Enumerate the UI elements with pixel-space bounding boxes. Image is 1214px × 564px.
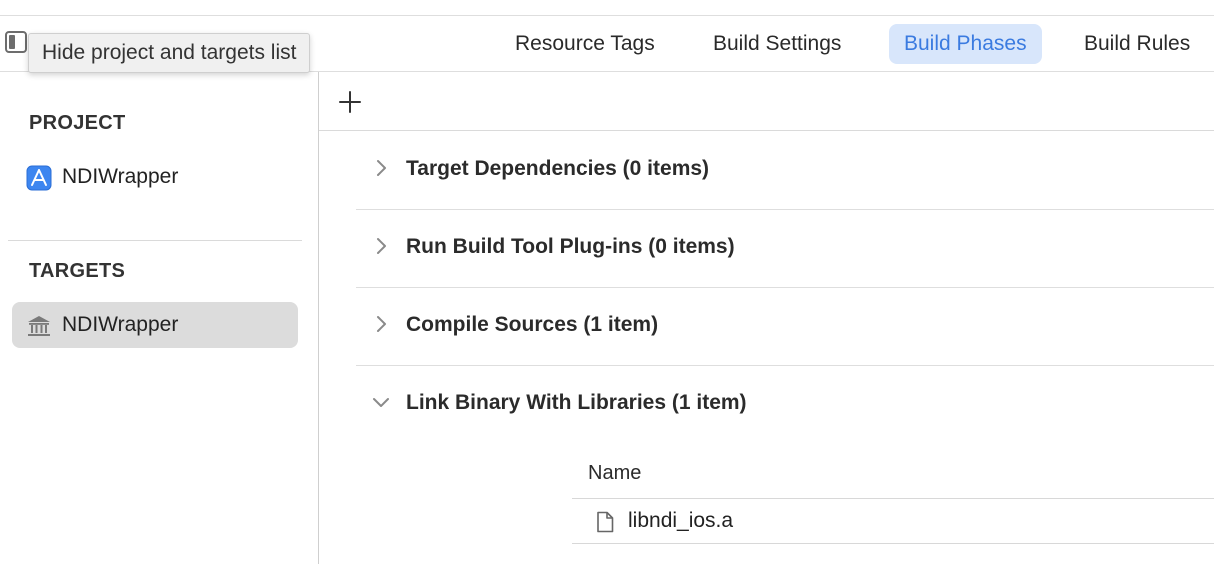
library-file-name: libndi_ios.a <box>628 509 734 532</box>
tab-resource-tags[interactable]: Resource Tags <box>500 24 670 64</box>
tab-build-settings[interactable]: Build Settings <box>698 24 856 64</box>
document-icon <box>597 511 614 533</box>
phase-target-dependencies[interactable]: Target Dependencies (0 items) <box>356 131 1214 210</box>
tab-build-rules[interactable]: Build Rules <box>1069 24 1205 64</box>
app-project-icon <box>26 165 52 191</box>
tab-build-phases[interactable]: Build Phases <box>889 24 1042 64</box>
tooltip: Hide project and targets list <box>28 33 311 73</box>
library-table-header[interactable]: Name <box>572 450 1214 499</box>
project-section-heading: PROJECT <box>29 112 126 134</box>
targets-section-heading: TARGETS <box>29 260 126 282</box>
phase-compile-sources[interactable]: Compile Sources (1 item) <box>356 287 1214 366</box>
column-header-name[interactable]: Name <box>588 462 641 485</box>
phase-title: Target Dependencies (0 items) <box>406 157 710 180</box>
phase-title: Compile Sources (1 item) <box>406 313 659 336</box>
phase-title: Link Binary With Libraries (1 item) <box>406 391 747 414</box>
library-target-icon <box>28 316 50 336</box>
table-row[interactable]: libndi_ios.a <box>572 499 1214 544</box>
sidebar-divider <box>8 240 302 241</box>
phase-run-build-tool-plugins[interactable]: Run Build Tool Plug-ins (0 items) <box>356 209 1214 288</box>
phase-title: Run Build Tool Plug-ins (0 items) <box>406 235 735 258</box>
chevron-right-icon[interactable] <box>372 315 390 333</box>
sidebar-toggle-icon[interactable] <box>5 31 27 53</box>
chevron-right-icon[interactable] <box>372 159 390 177</box>
sidebar-item-target[interactable]: NDIWrapper <box>26 311 286 341</box>
sidebar-item-project[interactable]: NDIWrapper <box>26 163 326 193</box>
phase-link-binary-with-libraries[interactable]: Link Binary With Libraries (1 item) <box>356 365 1214 443</box>
window-top-strip <box>0 0 1214 16</box>
chevron-right-icon[interactable] <box>372 237 390 255</box>
panel-divider[interactable] <box>318 72 319 564</box>
chevron-down-icon[interactable] <box>372 393 390 411</box>
add-build-phase-button[interactable] <box>337 88 363 116</box>
sidebar-item-label: NDIWrapper <box>62 313 179 336</box>
sidebar-item-label: NDIWrapper <box>62 165 179 188</box>
